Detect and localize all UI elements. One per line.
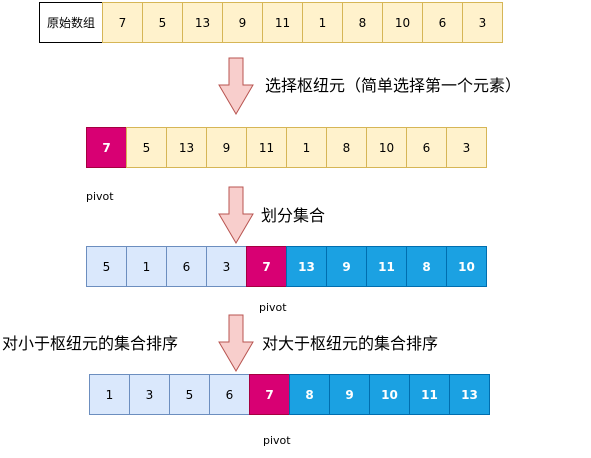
step3-right-caption: 对大于枢纽元的集合排序 <box>262 334 439 353</box>
array-cell: 10 <box>382 2 423 43</box>
array-cell: 6 <box>422 2 463 43</box>
array-cell: 13 <box>166 127 207 168</box>
array-cell: 1 <box>302 2 343 43</box>
step2-caption: 划分集合 <box>261 206 326 225</box>
step2-array-row: 5 1 6 3 7 13 9 11 8 10 <box>86 246 487 287</box>
array-cell: 3 <box>446 127 487 168</box>
array-cell: 11 <box>262 2 303 43</box>
original-array-label: 原始数组 <box>39 2 103 43</box>
array-cell: 13 <box>182 2 223 43</box>
array-cell: 1 <box>126 246 167 287</box>
array-cell: 9 <box>326 246 367 287</box>
array-cell: 1 <box>286 127 327 168</box>
pivot-label: pivot <box>259 301 287 314</box>
step3-left-caption: 对小于枢纽元的集合排序 <box>2 334 179 353</box>
array-cell: 5 <box>142 2 183 43</box>
array-cell: 13 <box>449 374 490 415</box>
step1-caption: 选择枢纽元（简单选择第一个元素） <box>265 76 522 95</box>
array-cell: 3 <box>462 2 503 43</box>
step1-array-row: 7 5 13 9 11 1 8 10 6 3 <box>86 127 487 168</box>
array-cell: 6 <box>209 374 250 415</box>
pivot-label: pivot <box>263 434 291 447</box>
array-cell: 13 <box>286 246 327 287</box>
array-cell: 9 <box>329 374 370 415</box>
array-cell: 8 <box>406 246 447 287</box>
array-cell: 3 <box>206 246 247 287</box>
pivot-cell: 7 <box>86 127 127 168</box>
array-cell: 6 <box>166 246 207 287</box>
step3-array-row: 1 3 5 6 7 8 9 10 11 13 <box>89 374 490 415</box>
array-cell: 11 <box>246 127 287 168</box>
down-arrow-icon <box>218 57 254 115</box>
down-arrow-icon <box>218 314 254 372</box>
array-cell: 8 <box>289 374 330 415</box>
pivot-cell: 7 <box>246 246 287 287</box>
array-cell: 5 <box>126 127 167 168</box>
array-cell: 11 <box>409 374 450 415</box>
array-cell: 7 <box>102 2 143 43</box>
pivot-cell: 7 <box>249 374 290 415</box>
array-cell: 1 <box>89 374 130 415</box>
array-cell: 10 <box>369 374 410 415</box>
pivot-label: pivot <box>86 190 114 203</box>
array-cell: 5 <box>169 374 210 415</box>
array-cell: 5 <box>86 246 127 287</box>
original-array-row: 原始数组 7 5 13 9 11 1 8 10 6 3 <box>39 2 503 43</box>
array-cell: 3 <box>129 374 170 415</box>
array-cell: 8 <box>326 127 367 168</box>
array-cell: 8 <box>342 2 383 43</box>
down-arrow-icon <box>218 186 254 244</box>
array-cell: 11 <box>366 246 407 287</box>
array-cell: 10 <box>366 127 407 168</box>
array-cell: 6 <box>406 127 447 168</box>
array-cell: 10 <box>446 246 487 287</box>
array-cell: 9 <box>206 127 247 168</box>
array-cell: 9 <box>222 2 263 43</box>
